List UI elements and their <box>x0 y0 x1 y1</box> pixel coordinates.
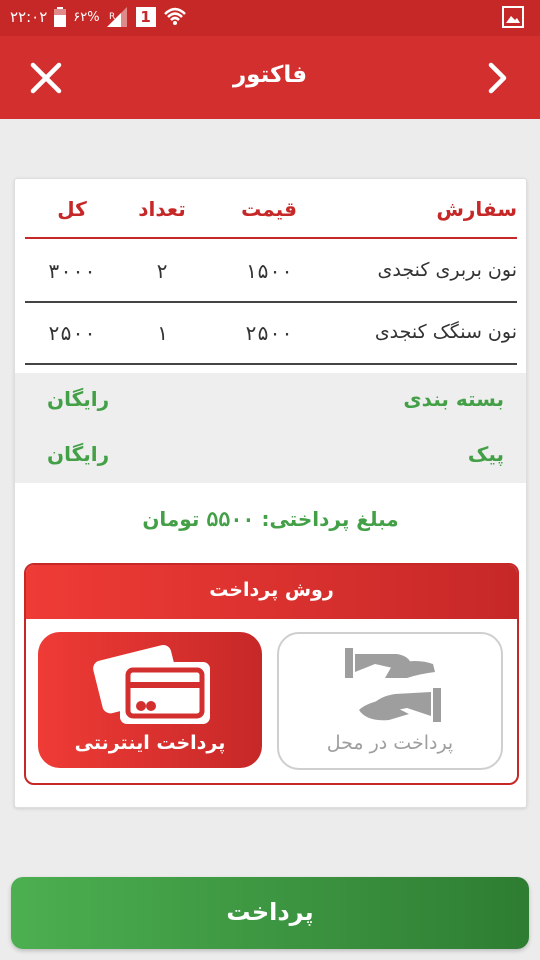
item-total: ۳۰۰۰ <box>47 259 97 283</box>
item-price: ۲۵۰۰ <box>244 321 294 345</box>
item-name: نون سنگک کنجدی <box>374 321 517 343</box>
column-header-order: سفارش <box>436 197 517 221</box>
payment-method-title: روش پرداخت <box>26 565 517 619</box>
hand-payment-icon <box>345 648 441 722</box>
extras-section: بسته بندی رایگان پیک رایگان <box>15 373 526 483</box>
delivery-value: رایگان <box>47 442 110 466</box>
cash-payment-option[interactable]: پرداخت در محل <box>277 632 503 770</box>
invoice-card: سفارش قیمت تعداد کل نون بربری کنجدی ۱۵۰۰… <box>14 178 527 808</box>
item-quantity: ۲ <box>155 259 169 283</box>
status-bar-left: ۲۲:۰۲ ۶۲% R 1 <box>10 6 187 28</box>
delivery-label: پیک <box>467 442 504 466</box>
wifi-icon <box>163 7 186 25</box>
column-header-price: قیمت <box>241 197 297 221</box>
chevron-right-icon[interactable] <box>482 58 512 98</box>
battery-icon <box>54 7 67 27</box>
amount-label: مبلغ پرداختی: <box>261 507 399 531</box>
credit-card-icon <box>93 644 210 724</box>
amount-unit: تومان <box>142 507 200 531</box>
svg-text:R: R <box>109 12 115 22</box>
column-header-total: کل <box>57 197 87 221</box>
online-payment-label: پرداخت اینترنتی <box>74 732 226 754</box>
packaging-label: بسته بندی <box>403 387 504 411</box>
signal-icon: R <box>106 7 127 27</box>
status-time: ۲۲:۰۲ <box>10 8 48 26</box>
item-name: نون بربری کنجدی <box>377 259 517 281</box>
packaging-value: رایگان <box>47 387 110 411</box>
image-notification-icon <box>502 6 524 28</box>
cash-payment-label: پرداخت در محل <box>326 732 454 754</box>
delivery-row: پیک رایگان <box>15 428 526 483</box>
payment-method-box: روش پرداخت پرداخت اینترنتی پرداخت در محل <box>24 563 519 785</box>
table-header: سفارش قیمت تعداد کل <box>25 197 517 239</box>
status-bar-right <box>502 6 524 32</box>
amount-value: ۵۵۰۰ <box>206 507 255 531</box>
packaging-row: بسته بندی رایگان <box>15 373 526 428</box>
battery-percent: ۶۲% <box>73 9 100 25</box>
table-row: نون بربری کنجدی ۱۵۰۰ ۲ ۳۰۰۰ <box>25 243 517 303</box>
table-row: نون سنگک کنجدی ۲۵۰۰ ۱ ۲۵۰۰ <box>25 305 517 365</box>
payable-amount: مبلغ پرداختی: ۵۵۰۰ تومان <box>15 507 526 531</box>
sim-badge: 1 <box>135 7 156 27</box>
online-payment-option[interactable]: پرداخت اینترنتی <box>38 632 262 768</box>
column-header-quantity: تعداد <box>138 197 186 221</box>
app-header: فاکتور <box>0 36 540 119</box>
item-price: ۱۵۰۰ <box>244 259 294 283</box>
status-bar: ۲۲:۰۲ ۶۲% R 1 <box>0 0 540 36</box>
item-quantity: ۱ <box>155 321 169 345</box>
page-title: فاکتور <box>232 62 308 88</box>
pay-button[interactable]: پرداخت <box>11 877 529 949</box>
item-total: ۲۵۰۰ <box>47 321 97 345</box>
